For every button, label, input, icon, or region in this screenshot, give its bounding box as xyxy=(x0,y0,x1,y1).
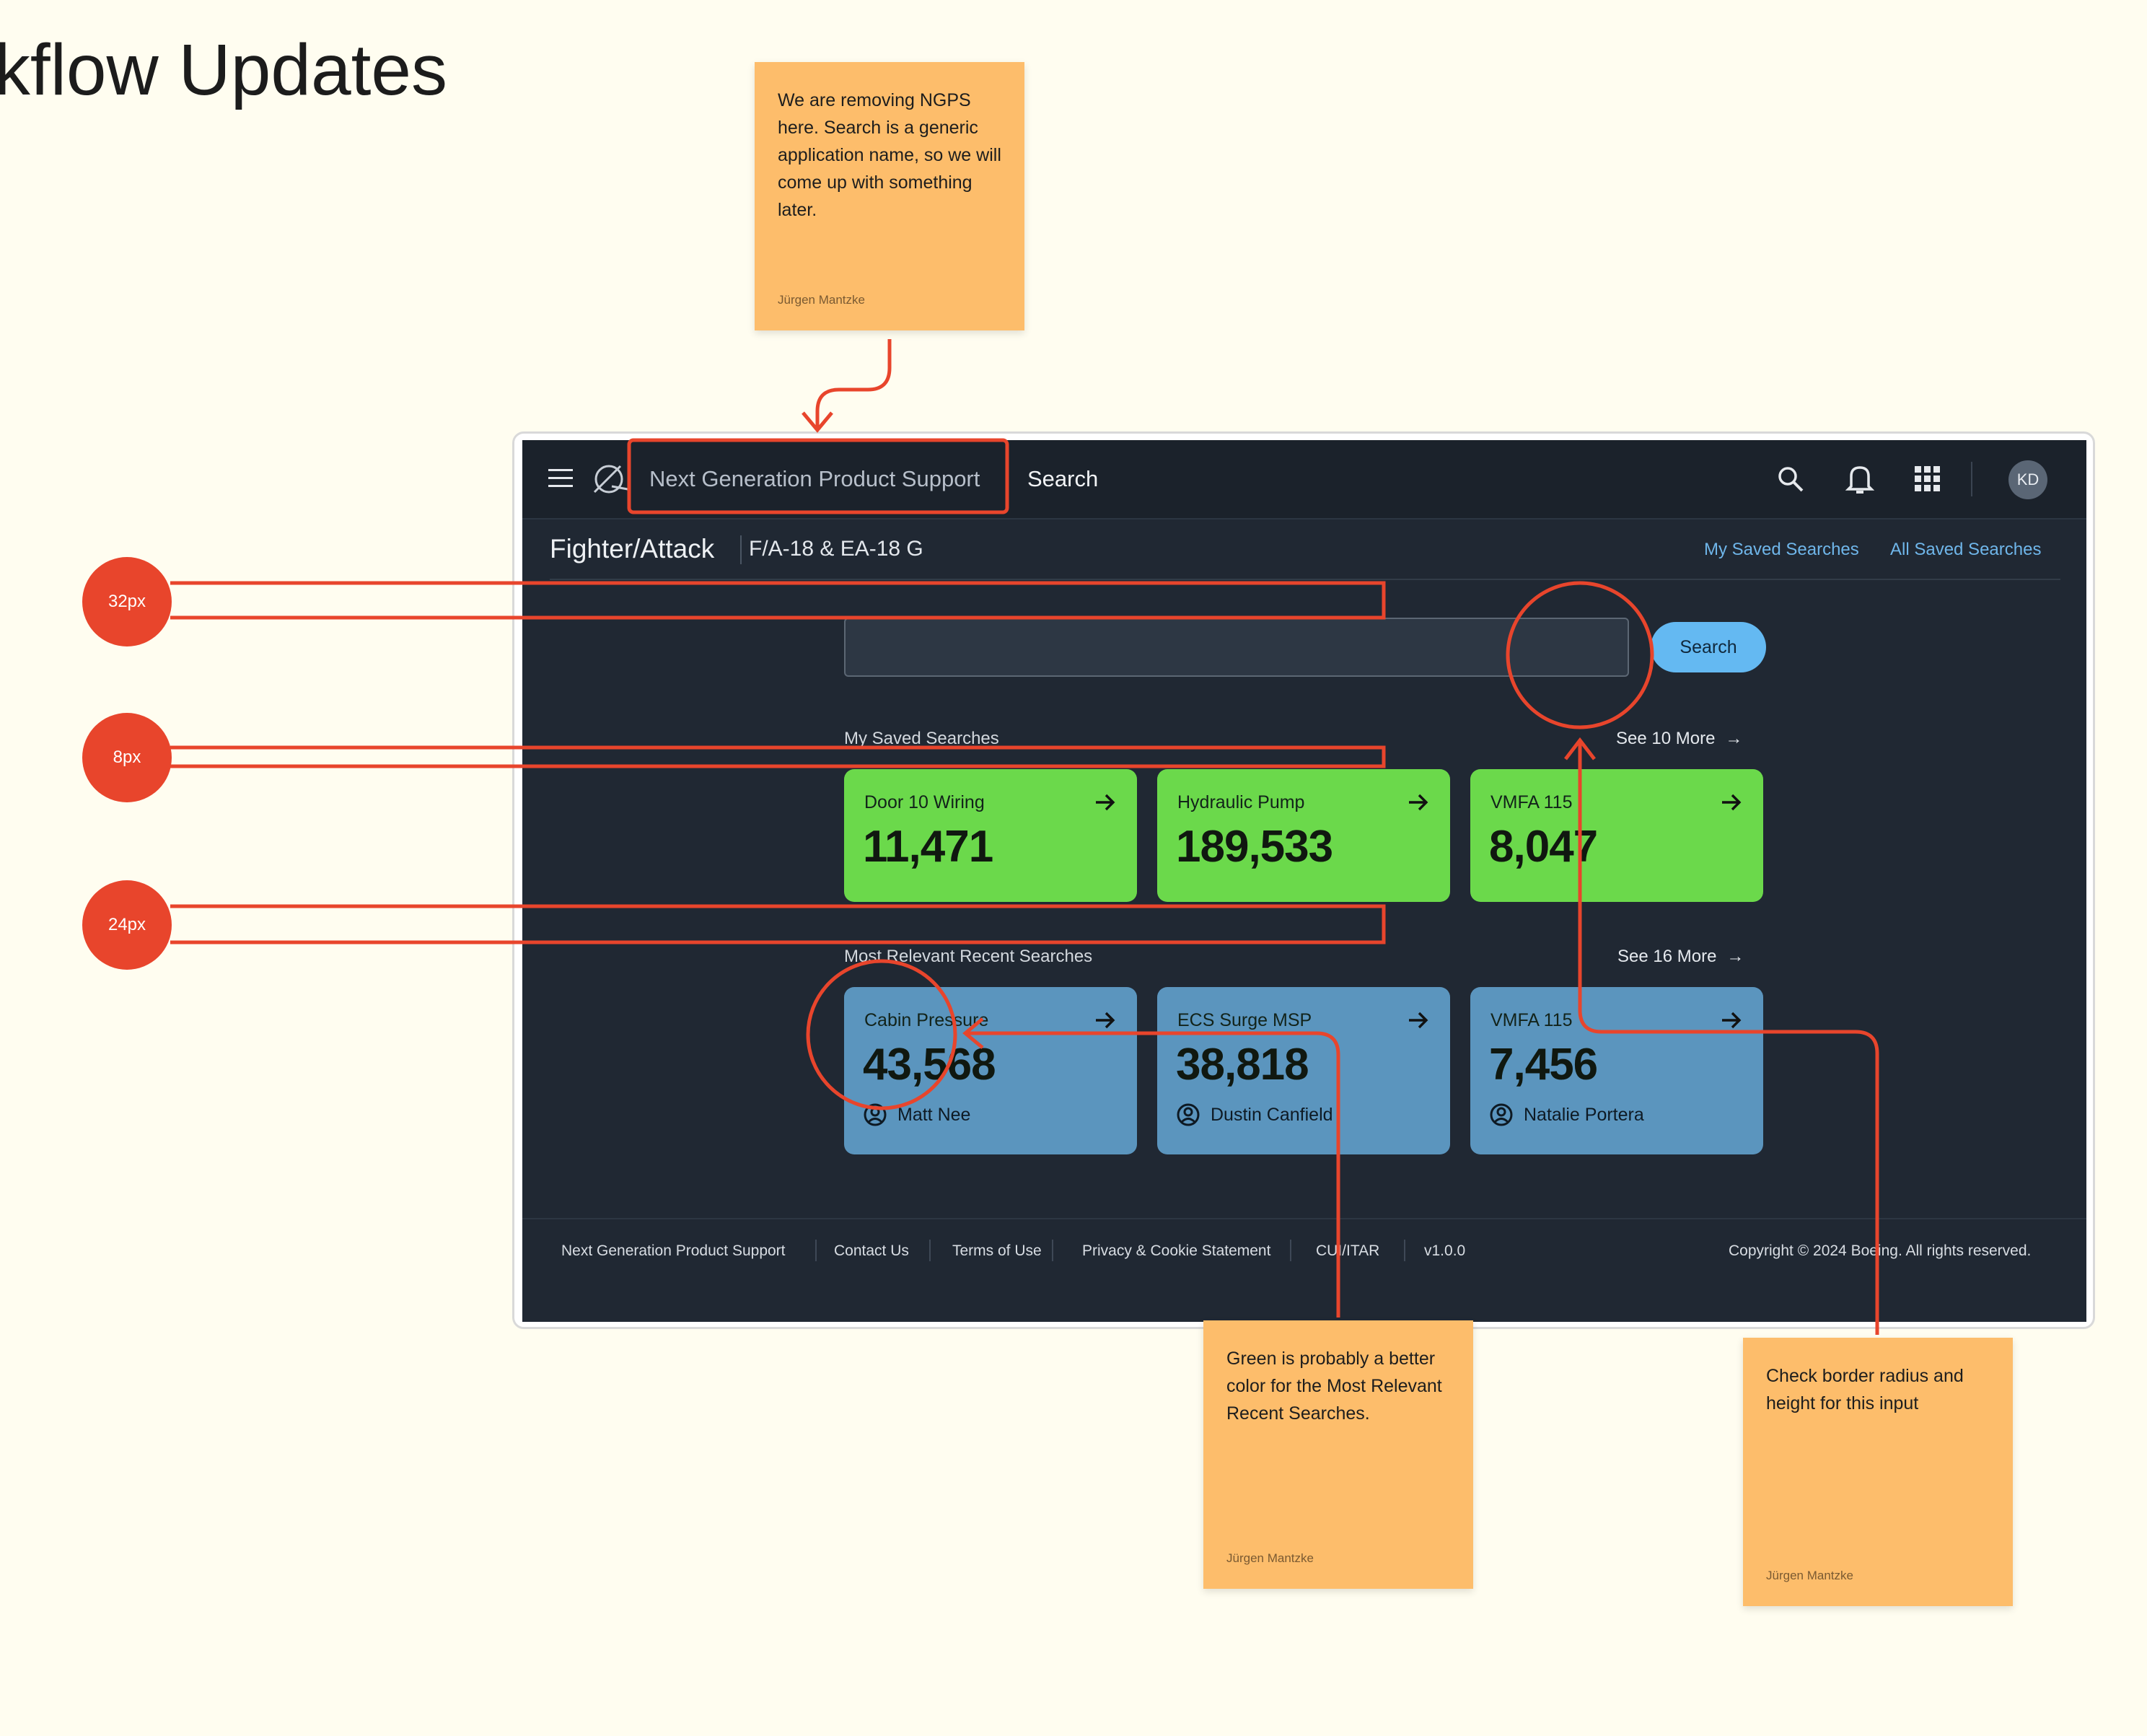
topbar-divider xyxy=(1971,462,1972,496)
user-circle-icon xyxy=(1490,1103,1513,1126)
arrow-right-icon: → xyxy=(1726,947,1744,966)
sticky-note-text: Green is probably a better color for the… xyxy=(1226,1349,1442,1424)
footer-separator xyxy=(815,1240,817,1261)
app-name[interactable]: Next Generation Product Support xyxy=(649,466,980,492)
top-navigation-bar: Next Generation Product Support Search K… xyxy=(522,440,2086,520)
footer-separator xyxy=(1290,1240,1291,1261)
user-circle-icon xyxy=(864,1103,887,1126)
footer-separator xyxy=(1404,1240,1405,1261)
arrow-right-icon xyxy=(1722,794,1742,811)
footer-link[interactable]: Terms of Use xyxy=(952,1242,1042,1260)
nav-search-link[interactable]: Search xyxy=(1027,466,1098,492)
footer-link[interactable]: Privacy & Cookie Statement xyxy=(1082,1242,1270,1260)
footer-link[interactable]: Contact Us xyxy=(834,1242,909,1260)
card-user: Natalie Portera xyxy=(1489,1102,1644,1127)
recent-search-card[interactable]: ECS Surge MSP 38,818 Dustin Canfield xyxy=(1157,987,1450,1154)
card-value: 8,047 xyxy=(1489,822,1598,872)
card-label: VMFA 115 xyxy=(1490,1010,1573,1030)
section-title: Fighter/Attack xyxy=(550,534,715,564)
arrow-right-icon xyxy=(1096,1012,1115,1029)
card-user-name: Natalie Portera xyxy=(1524,1104,1644,1125)
subheader-rule xyxy=(550,579,2060,580)
app-window: Next Generation Product Support Search K… xyxy=(522,440,2086,1322)
saved-search-card[interactable]: VMFA 115 8,047 xyxy=(1470,769,1763,902)
search-button[interactable]: Search xyxy=(1651,622,1766,672)
footer-rule xyxy=(522,1218,2086,1219)
menu-icon[interactable] xyxy=(548,469,573,488)
sticky-note[interactable]: Green is probably a better color for the… xyxy=(1203,1320,1473,1589)
card-value: 38,818 xyxy=(1176,1040,1309,1090)
see-more-saved-label: See 10 More xyxy=(1616,729,1716,748)
bell-icon[interactable] xyxy=(1845,463,1874,495)
avatar[interactable]: KD xyxy=(2008,460,2047,499)
see-more-recent-link[interactable]: See 16 More → xyxy=(1617,947,1744,967)
sticky-note-text: Check border radius and height for this … xyxy=(1766,1366,1964,1413)
measurement-badge: 8px xyxy=(82,713,172,802)
card-user: Dustin Canfield xyxy=(1176,1102,1333,1127)
sticky-note-text: We are removing NGPS here. Search is a g… xyxy=(778,90,1001,220)
all-saved-searches-link[interactable]: All Saved Searches xyxy=(1890,540,2041,560)
apps-grid-icon[interactable] xyxy=(1915,466,1941,492)
card-label: Hydraulic Pump xyxy=(1177,792,1305,812)
footer-link[interactable]: CUI/ITAR xyxy=(1316,1242,1379,1260)
card-value: 189,533 xyxy=(1176,822,1333,872)
recent-search-card[interactable]: VMFA 115 7,456 Natalie Portera xyxy=(1470,987,1763,1154)
footer-version: v1.0.0 xyxy=(1424,1242,1466,1259)
section-subtitle: F/A-18 & EA-18 G xyxy=(749,537,923,561)
measurement-badge: 32px xyxy=(82,557,172,646)
canvas-title-clip: kflow Updates xyxy=(0,22,505,115)
card-label: Door 10 Wiring xyxy=(864,792,985,812)
canvas-title: kflow Updates xyxy=(0,30,447,110)
card-label: ECS Surge MSP xyxy=(1177,1010,1312,1030)
recent-searches-label: Most Relevant Recent Searches xyxy=(844,947,1093,966)
section-divider xyxy=(740,535,742,564)
arrow-right-icon xyxy=(1409,794,1428,811)
measurement-badge: 24px xyxy=(82,880,172,970)
search-icon[interactable] xyxy=(1776,465,1805,494)
card-user: Matt Nee xyxy=(863,1102,970,1127)
card-user-name: Dustin Canfield xyxy=(1211,1104,1333,1125)
saved-searches-label: My Saved Searches xyxy=(844,729,999,748)
card-value: 7,456 xyxy=(1489,1040,1598,1090)
user-circle-icon xyxy=(1177,1103,1200,1126)
card-value: 43,568 xyxy=(863,1040,996,1090)
search-input[interactable] xyxy=(844,618,1629,677)
sticky-note[interactable]: Check border radius and height for this … xyxy=(1743,1338,2013,1606)
card-user-name: Matt Nee xyxy=(897,1104,971,1125)
my-saved-searches-link[interactable]: My Saved Searches xyxy=(1704,540,1859,560)
arrow-right-icon: → xyxy=(1725,729,1743,748)
arrow-right-icon xyxy=(1409,1012,1428,1029)
see-more-saved-link[interactable]: See 10 More → xyxy=(1616,729,1742,749)
arrowhead xyxy=(802,411,833,433)
arrow-right-icon xyxy=(1722,1012,1742,1029)
sticky-note[interactable]: We are removing NGPS here. Search is a g… xyxy=(755,62,1024,330)
card-label: Cabin Pressure xyxy=(864,1010,989,1030)
sticky-note-author: Jürgen Mantzke xyxy=(1766,1569,1853,1582)
footer-link[interactable]: Next Generation Product Support xyxy=(561,1242,786,1260)
footer-copyright: Copyright © 2024 Boeing. All rights rese… xyxy=(1729,1242,2032,1259)
footer-separator xyxy=(1052,1240,1053,1261)
saved-search-card[interactable]: Door 10 Wiring 11,471 xyxy=(844,769,1137,902)
card-value: 11,471 xyxy=(863,822,993,872)
see-more-recent-label: See 16 More xyxy=(1617,947,1717,966)
connector-line xyxy=(815,339,892,427)
arrow-right-icon xyxy=(1096,794,1115,811)
footer-separator xyxy=(929,1240,931,1261)
logo-icon[interactable] xyxy=(592,460,629,498)
saved-search-card[interactable]: Hydraulic Pump 189,533 xyxy=(1157,769,1450,902)
recent-search-card[interactable]: Cabin Pressure 43,568 Matt Nee xyxy=(844,987,1137,1154)
card-label: VMFA 115 xyxy=(1490,792,1573,812)
sticky-note-author: Jürgen Mantzke xyxy=(1226,1551,1314,1565)
sticky-note-author: Jürgen Mantzke xyxy=(778,293,865,307)
